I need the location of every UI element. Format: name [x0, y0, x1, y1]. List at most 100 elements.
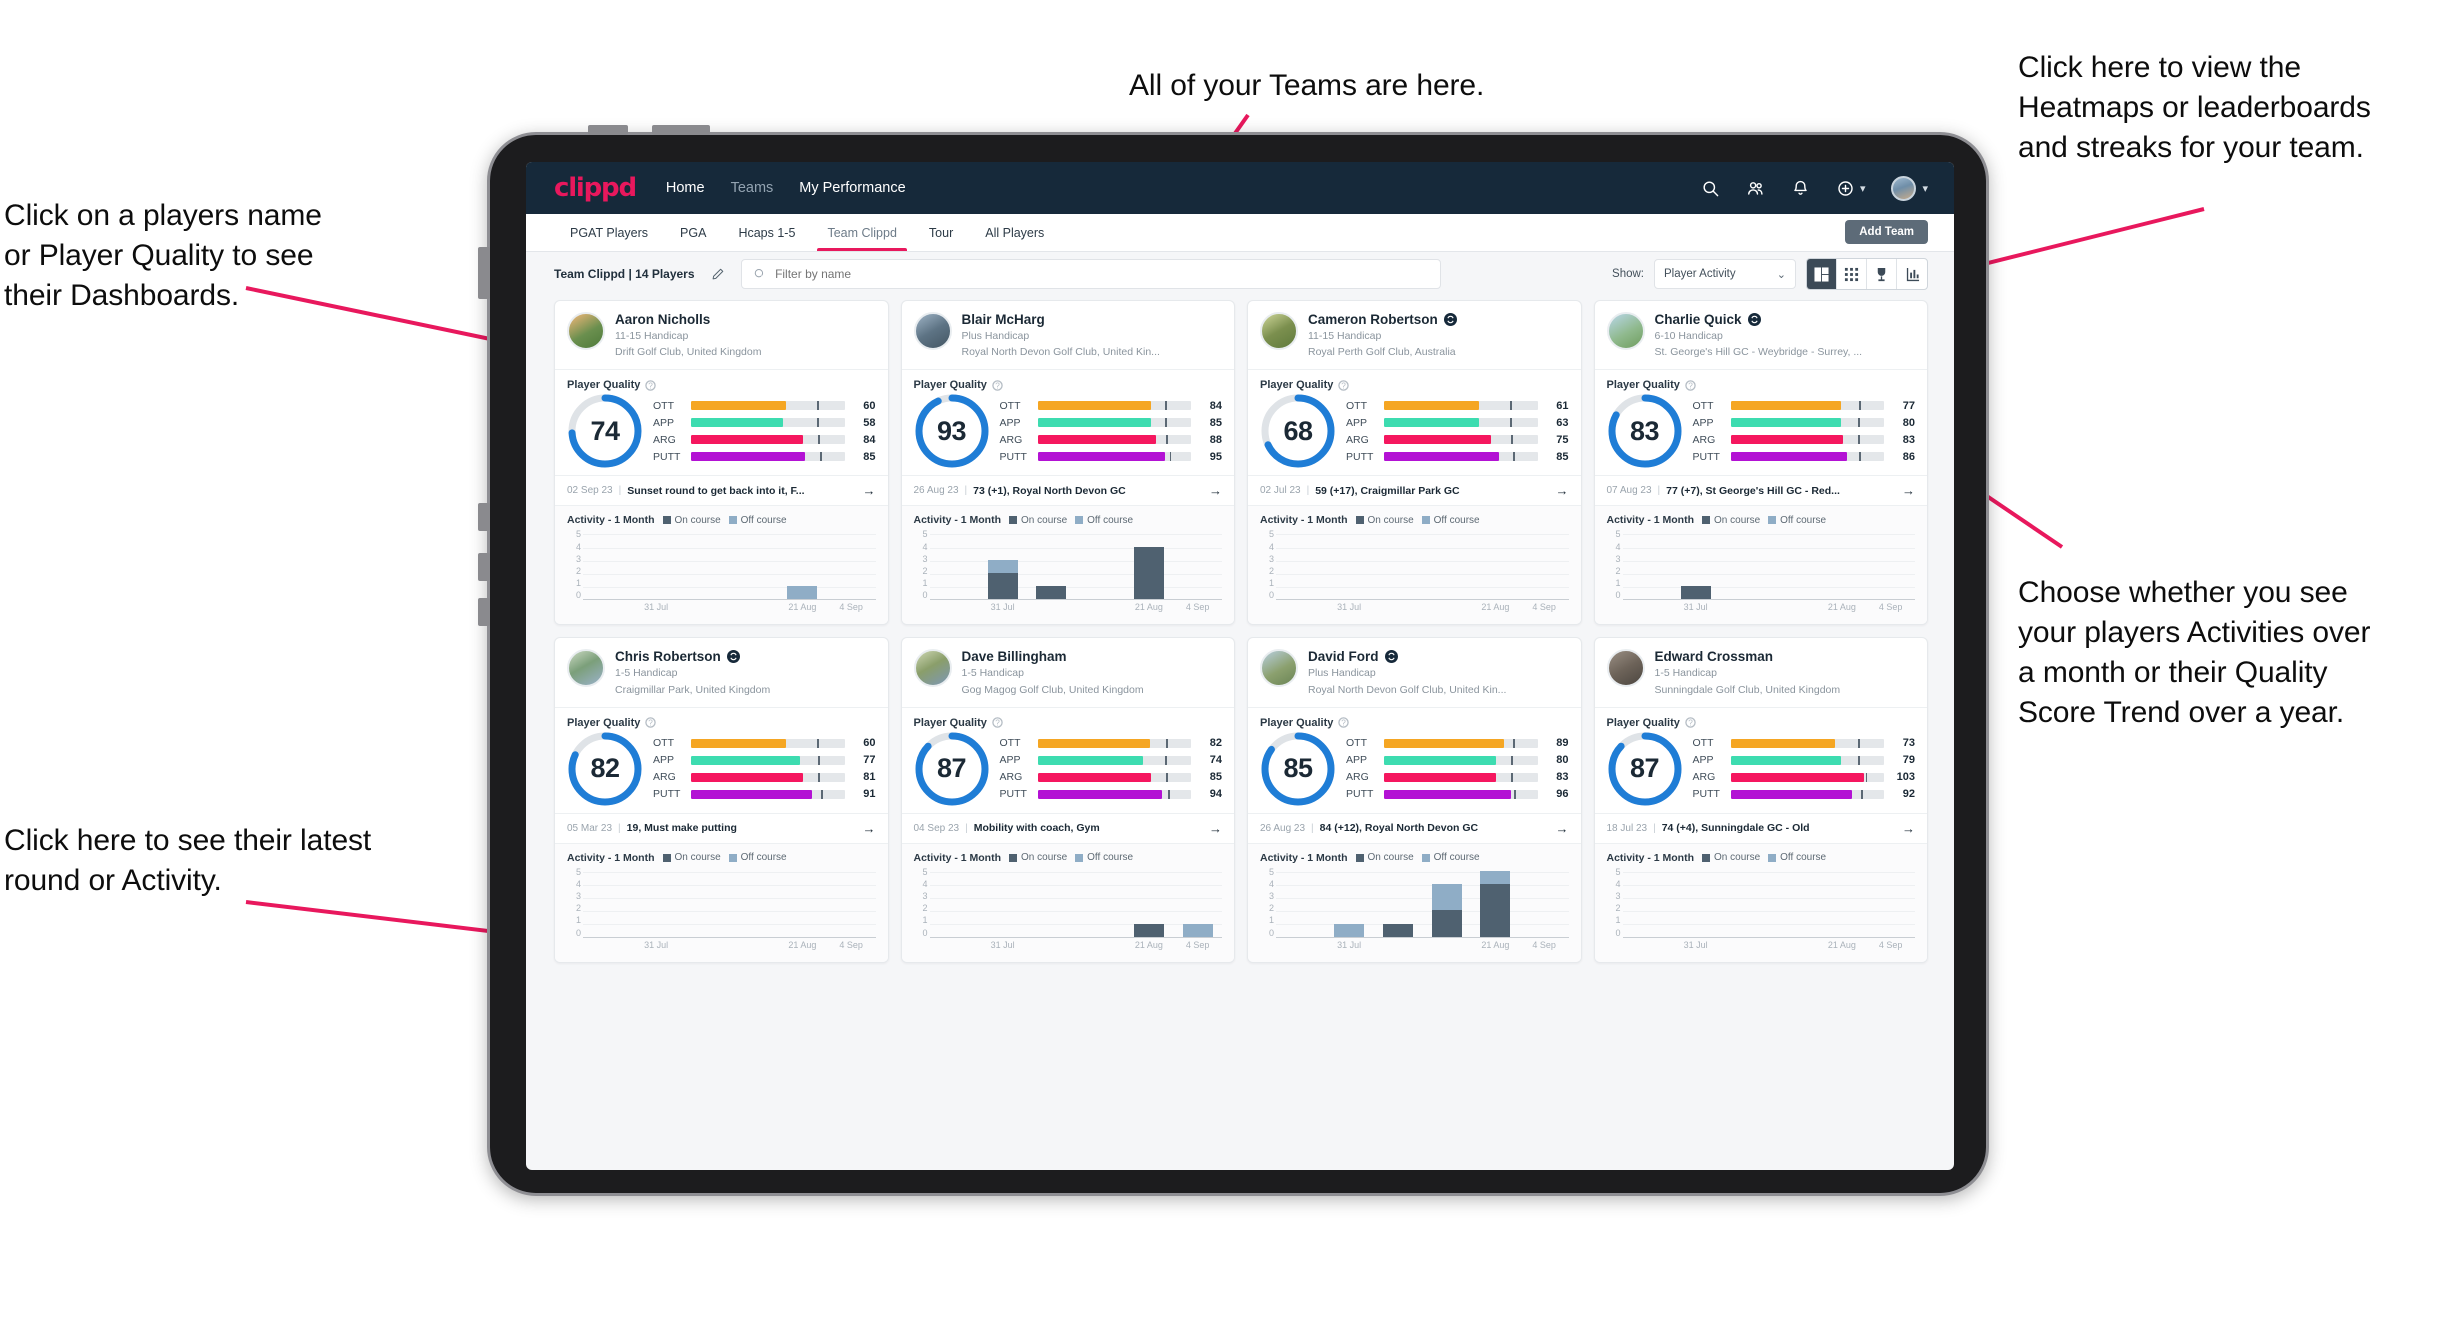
player-quality-label[interactable]: Player Quality [1607, 379, 1680, 391]
help-icon[interactable]: ? [645, 380, 657, 391]
avatar[interactable] [1260, 649, 1298, 688]
latest-round-row[interactable]: 18 Jul 23 | 74 (+4), Sunningdale GC - Ol… [1594, 812, 1927, 844]
player-quality-section[interactable]: Player Quality ? 68 OTT 61 APP 63 ARG 75… [1248, 370, 1581, 475]
player-name[interactable]: Blair McHarg [962, 312, 1045, 327]
volume-up-button[interactable] [588, 125, 628, 135]
player-quality-section[interactable]: Player Quality ? 83 OTT 77 APP 80 ARG 83… [1595, 370, 1928, 475]
player-name[interactable]: David Ford [1308, 649, 1379, 664]
player-name[interactable]: Edward Crossman [1655, 649, 1774, 664]
svg-text:?: ? [649, 718, 654, 727]
player-card[interactable]: Edward Crossman 1-5 Handicap Sunningdale… [1593, 637, 1928, 963]
tab-pgat-players[interactable]: PGAT Players [554, 214, 664, 251]
help-icon[interactable]: ? [645, 717, 657, 728]
search-icon[interactable] [1701, 179, 1720, 198]
player-quality-label[interactable]: Player Quality [1260, 717, 1333, 729]
player-header: Blair McHarg Plus Handicap Royal North D… [902, 301, 1235, 369]
help-icon[interactable]: ? [1685, 717, 1696, 728]
player-name[interactable]: Chris Robertson [615, 649, 721, 664]
player-quality-label[interactable]: Player Quality [567, 717, 640, 729]
arrow-right-icon[interactable]: → [1209, 483, 1222, 498]
help-icon[interactable]: ? [1685, 380, 1696, 391]
people-icon[interactable] [1746, 179, 1765, 198]
arrow-right-icon[interactable]: → [1556, 483, 1569, 498]
add-menu[interactable]: ▾ [1836, 179, 1865, 198]
arrow-right-icon[interactable]: → [1556, 821, 1569, 836]
avatar[interactable] [1891, 175, 1917, 201]
metric-row: ARG 85 [1000, 771, 1223, 783]
player-quality-label[interactable]: Player Quality [914, 717, 987, 729]
clippd-logo[interactable]: clippd [554, 173, 637, 203]
help-icon[interactable]: ? [992, 717, 1003, 728]
add-team-button[interactable]: Add Team [1845, 220, 1928, 244]
plus-circle-icon[interactable] [1836, 179, 1855, 198]
show-select[interactable]: Player Activity ⌄ [1654, 259, 1796, 289]
player-name[interactable]: Dave Billingham [962, 649, 1067, 664]
edit-team-button[interactable] [707, 263, 729, 285]
player-quality-label[interactable]: Player Quality [1260, 379, 1333, 391]
chart-bar [1334, 923, 1365, 937]
arrow-right-icon[interactable]: → [1902, 483, 1915, 498]
latest-round-row[interactable]: 07 Aug 23 | 77 (+7), St George's Hill GC… [1594, 475, 1927, 507]
player-name[interactable]: Aaron Nicholls [615, 312, 710, 327]
avatar[interactable] [1606, 312, 1645, 350]
player-quality-section[interactable]: Player Quality ? 93 OTT 84 APP 85 ARG 88… [902, 370, 1235, 475]
latest-round-row[interactable]: 02 Sep 23 | Sunset round to get back int… [555, 475, 888, 507]
grid-small-view-button[interactable] [1837, 259, 1867, 289]
chart-plot [1276, 870, 1569, 938]
player-card[interactable]: Aaron Nicholls 11-15 Handicap Drift Golf… [554, 300, 889, 626]
view-mode-group [1806, 258, 1928, 290]
arrow-right-icon[interactable]: → [863, 821, 876, 836]
tab-team-clippd[interactable]: Team Clippd [811, 214, 912, 251]
avatar[interactable] [913, 649, 952, 688]
player-name[interactable]: Charlie Quick [1655, 312, 1742, 327]
player-card[interactable]: Chris Robertson 1-5 Handicap Craigmillar… [554, 637, 889, 963]
player-card[interactable]: David Ford Plus Handicap Royal North Dev… [1247, 637, 1582, 963]
help-icon[interactable]: ? [992, 380, 1003, 391]
latest-round-row[interactable]: 26 Aug 23 | 84 (+12), Royal North Devon … [1248, 812, 1581, 844]
latest-round-row[interactable]: 02 Jul 23 | 59 (+17), Craigmillar Park G… [1248, 475, 1581, 507]
latest-round-row[interactable]: 05 Mar 23 | 19, Must make putting → [555, 812, 888, 844]
player-quality-section[interactable]: Player Quality ? 87 OTT 82 APP 74 ARG 85… [902, 708, 1235, 813]
player-quality-label[interactable]: Player Quality [914, 379, 987, 391]
trophy-view-button[interactable] [1867, 259, 1897, 289]
latest-round-row[interactable]: 26 Aug 23 | 73 (+1), Royal North Devon G… [901, 475, 1234, 507]
power-button[interactable] [478, 247, 490, 299]
nav-home[interactable]: Home [666, 180, 705, 196]
avatar[interactable] [567, 649, 605, 688]
player-name[interactable]: Cameron Robertson [1308, 312, 1438, 327]
volume-down-button[interactable] [652, 125, 710, 135]
help-icon[interactable]: ? [1338, 717, 1350, 728]
player-quality-section[interactable]: Player Quality ? 85 OTT 89 APP 80 ARG 83… [1248, 708, 1581, 813]
nav-my-performance[interactable]: My Performance [799, 180, 905, 196]
bell-icon[interactable] [1791, 179, 1810, 198]
arrow-right-icon[interactable]: → [1902, 821, 1915, 836]
user-menu[interactable]: ▾ [1891, 175, 1928, 201]
avatar[interactable] [567, 312, 605, 350]
latest-round-row[interactable]: 04 Sep 23 | Mobility with coach, Gym → [901, 812, 1234, 844]
search-box[interactable] [740, 259, 1441, 289]
avatar[interactable] [913, 312, 952, 350]
player-quality-label[interactable]: Player Quality [1607, 717, 1680, 729]
arrow-right-icon[interactable]: → [1209, 821, 1222, 836]
search-input[interactable] [775, 267, 1429, 281]
player-quality-label[interactable]: Player Quality [567, 379, 640, 391]
tab-all-players[interactable]: All Players [969, 214, 1060, 251]
tab-tour[interactable]: Tour [913, 214, 969, 251]
nav-teams[interactable]: Teams [731, 180, 774, 196]
arrow-right-icon[interactable]: → [863, 483, 876, 498]
avatar[interactable] [1606, 649, 1645, 688]
player-card[interactable]: Blair McHarg Plus Handicap Royal North D… [900, 300, 1235, 626]
player-card[interactable]: Charlie Quick 6-10 Handicap St. George's… [1593, 300, 1928, 626]
player-quality-section[interactable]: Player Quality ? 74 OTT 60 APP 58 ARG 84… [555, 370, 888, 475]
avatar[interactable] [1260, 312, 1298, 350]
player-quality-section[interactable]: Player Quality ? 82 OTT 60 APP 77 ARG 81… [555, 708, 888, 813]
grid-large-view-button[interactable] [1807, 259, 1837, 289]
player-card[interactable]: Dave Billingham 1-5 Handicap Gog Magog G… [900, 637, 1235, 963]
tab-hcaps-1-5[interactable]: Hcaps 1-5 [722, 214, 811, 251]
round-separator: | [1311, 822, 1314, 834]
player-card[interactable]: Cameron Robertson 11-15 Handicap Royal P… [1247, 300, 1582, 626]
streaks-view-button[interactable] [1897, 259, 1927, 289]
player-quality-section[interactable]: Player Quality ? 87 OTT 73 APP 79 ARG 10… [1595, 708, 1928, 813]
tab-pga[interactable]: PGA [664, 214, 722, 251]
help-icon[interactable]: ? [1338, 380, 1350, 391]
